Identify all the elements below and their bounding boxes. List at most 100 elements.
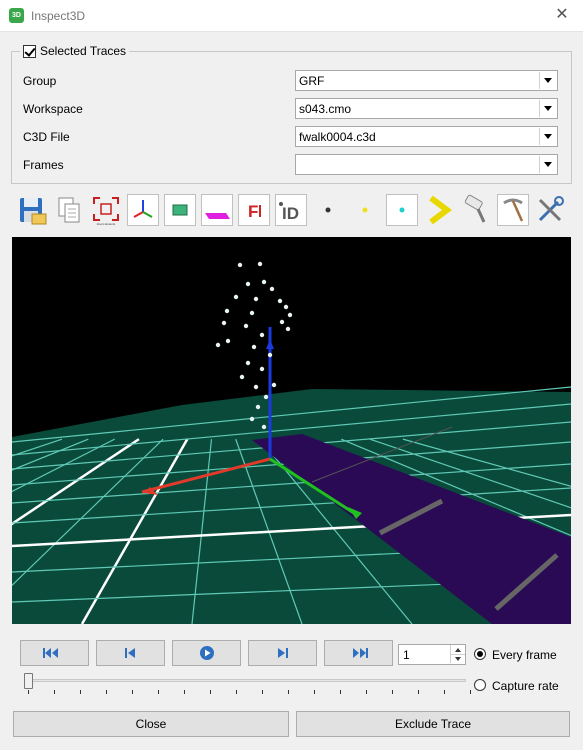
group-value: GRF	[299, 74, 325, 88]
close-window-icon[interactable]: ✕	[553, 6, 571, 24]
prev-frame-button[interactable]	[96, 640, 165, 666]
3d-scene	[12, 261, 571, 624]
marker-point	[215, 342, 221, 348]
marker-point	[261, 279, 267, 285]
slider-tick	[418, 690, 419, 694]
z-axis-arrow	[266, 339, 274, 349]
save-icon[interactable]	[16, 194, 48, 226]
pickaxe-icon[interactable]	[497, 194, 529, 226]
close-button[interactable]: Close	[13, 711, 289, 737]
slider-tick	[392, 690, 393, 694]
marker-point	[271, 382, 277, 388]
frame-slider-track[interactable]	[28, 679, 466, 682]
marker-point	[257, 261, 263, 267]
3d-viewport[interactable]	[12, 237, 571, 624]
chevron-yellow-icon[interactable]	[423, 194, 455, 226]
frame-step-value: 1	[403, 648, 410, 662]
force-plate-icon[interactable]	[164, 194, 196, 226]
marker-point	[237, 262, 243, 268]
marker-point	[269, 286, 275, 292]
every-frame-label: Every frame	[492, 648, 557, 662]
chevron-down-icon[interactable]	[539, 72, 556, 89]
id-icon[interactable]: ID	[275, 194, 307, 226]
first-frame-button[interactable]	[20, 640, 89, 666]
frames-combo[interactable]	[295, 154, 558, 175]
chevron-down-icon[interactable]	[539, 128, 556, 145]
slider-tick	[210, 690, 211, 694]
marker-point	[245, 360, 251, 366]
group-label: Group	[23, 74, 57, 88]
spin-down-icon[interactable]	[450, 654, 465, 663]
marker-point	[285, 326, 291, 332]
force-f-icon[interactable]: F	[238, 194, 270, 226]
window-title: Inspect3D	[31, 9, 86, 23]
copy-icon[interactable]	[53, 194, 85, 226]
marker-black-icon[interactable]	[312, 194, 344, 226]
slider-tick	[54, 690, 55, 694]
paint-roller-icon[interactable]	[460, 194, 492, 226]
marker-point	[263, 394, 269, 400]
marker-point	[267, 352, 273, 358]
slider-tick	[132, 690, 133, 694]
axes-icon[interactable]	[127, 194, 159, 226]
last-frame-button[interactable]	[324, 640, 393, 666]
marker-point	[224, 308, 230, 314]
marker-point	[243, 323, 249, 329]
frames-label: Frames	[23, 158, 64, 172]
marker-point	[253, 384, 259, 390]
marker-point	[261, 424, 267, 430]
slider-tick	[28, 690, 29, 694]
svg-text:ID: ID	[282, 204, 299, 223]
marker-cyan-icon[interactable]	[386, 194, 418, 226]
zoom-extents-caption: Zoom Extents	[97, 222, 116, 226]
c3d-file-combo[interactable]: fwalk0004.c3d	[295, 126, 558, 147]
chevron-down-icon[interactable]	[539, 100, 556, 117]
workspace-combo[interactable]: s043.cmo	[295, 98, 558, 119]
slider-tick	[444, 690, 445, 694]
frame-slider-thumb[interactable]	[24, 673, 33, 689]
play-button[interactable]	[172, 640, 241, 666]
tools-icon[interactable]	[534, 194, 566, 226]
marker-point	[245, 281, 251, 287]
marker-point	[279, 319, 285, 325]
slider-tick	[340, 690, 341, 694]
marker-point	[255, 404, 261, 410]
chevron-down-icon[interactable]	[539, 156, 556, 173]
title-bar: 3D Inspect3D ✕	[0, 0, 583, 32]
slider-tick	[236, 690, 237, 694]
marker-point	[225, 338, 231, 344]
marker-point	[259, 366, 265, 372]
slider-tick	[106, 690, 107, 694]
every-frame-radio[interactable]	[474, 648, 486, 660]
marker-point	[253, 296, 259, 302]
workspace-label: Workspace	[23, 102, 83, 116]
slider-tick	[262, 690, 263, 694]
exclude-trace-button[interactable]: Exclude Trace	[296, 711, 570, 737]
selected-traces-checkbox[interactable]	[23, 44, 36, 58]
spin-up-icon[interactable]	[450, 645, 465, 654]
toolbar: Zoom Extents F ID	[16, 194, 571, 228]
marker-point	[283, 304, 289, 310]
capture-rate-label: Capture rate	[492, 679, 559, 693]
slider-tick	[288, 690, 289, 694]
marker-yellow-icon[interactable]	[349, 194, 381, 226]
app-icon: 3D	[9, 8, 24, 23]
c3d-file-value: fwalk0004.c3d	[299, 130, 376, 144]
plate-color-icon[interactable]	[201, 194, 233, 226]
slider-tick	[314, 690, 315, 694]
next-frame-button[interactable]	[248, 640, 317, 666]
marker-point	[259, 332, 265, 338]
c3d-file-label: C3D File	[23, 130, 70, 144]
capture-rate-radio[interactable]	[474, 679, 486, 691]
selected-traces-legend[interactable]: Selected Traces	[20, 42, 130, 60]
frame-step-spinner[interactable]: 1	[398, 644, 466, 665]
zoom-extents-icon[interactable]: Zoom Extents	[90, 194, 122, 226]
marker-point	[277, 298, 283, 304]
svg-text:F: F	[248, 202, 258, 221]
slider-tick	[366, 690, 367, 694]
group-combo[interactable]: GRF	[295, 70, 558, 91]
marker-point	[233, 294, 239, 300]
slider-tick	[470, 690, 471, 694]
slider-tick	[184, 690, 185, 694]
marker-point	[239, 374, 245, 380]
